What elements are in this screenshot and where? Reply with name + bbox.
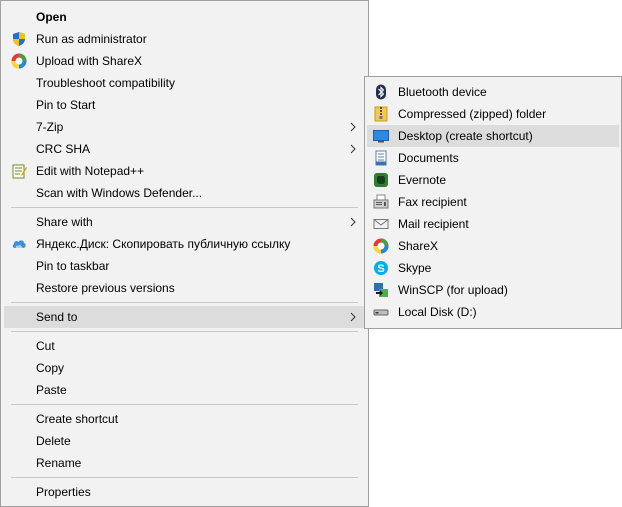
submenu-item-label: WinSCP (for upload) <box>398 283 508 297</box>
send-to-local-disk-d[interactable]: Local Disk (D:) <box>367 301 619 323</box>
menu-item-edit-with-notepadpp[interactable]: Edit with Notepad++ <box>4 160 365 182</box>
send-to-fax-recipient[interactable]: Fax recipient <box>367 191 619 213</box>
menu-item-pin-to-start[interactable]: Pin to Start <box>4 94 365 116</box>
send-to-winscp[interactable]: WinSCP (for upload) <box>367 279 619 301</box>
skype-icon: S <box>373 260 389 276</box>
send-to-evernote[interactable]: Evernote <box>367 169 619 191</box>
submenu-item-label: ShareX <box>398 239 439 253</box>
submenu-item-label: Evernote <box>398 173 447 187</box>
documents-icon <box>373 150 389 166</box>
menu-item-label: Scan with Windows Defender... <box>36 186 203 200</box>
chevron-right-icon <box>350 312 356 322</box>
chevron-right-icon <box>350 217 356 227</box>
menu-item-label: Create shortcut <box>36 412 119 426</box>
menu-item-delete[interactable]: Delete <box>4 430 365 452</box>
submenu-item-label: Skype <box>398 261 432 275</box>
menu-item-label: Restore previous versions <box>36 281 175 295</box>
menu-item-label: Pin to taskbar <box>36 259 110 273</box>
menu-item-label: Rename <box>36 456 82 470</box>
menu-item-properties[interactable]: Properties <box>4 481 365 503</box>
menu-item-rename[interactable]: Rename <box>4 452 365 474</box>
menu-item-label: Delete <box>36 434 71 448</box>
submenu-item-label: Desktop (create shortcut) <box>398 129 533 143</box>
menu-item-label: CRC SHA <box>36 142 91 156</box>
menu-item-cut[interactable]: Cut <box>4 335 365 357</box>
winscp-icon <box>373 282 389 298</box>
send-to-bluetooth-device[interactable]: Bluetooth device <box>367 81 619 103</box>
menu-item-crc-sha[interactable]: CRC SHA <box>4 138 365 160</box>
menu-item-troubleshoot-compatibility[interactable]: Troubleshoot compatibility <box>4 72 365 94</box>
fax-icon <box>373 194 389 210</box>
menu-item-label: Troubleshoot compatibility <box>36 76 175 90</box>
menu-item-label: Copy <box>36 361 65 375</box>
menu-item-yandex-disk-copy-link[interactable]: Яндекс.Диск: Скопировать публичную ссылк… <box>4 233 365 255</box>
send-to-skype[interactable]: S Skype <box>367 257 619 279</box>
send-to-documents[interactable]: Documents <box>367 147 619 169</box>
menu-item-label: Cut <box>36 339 55 353</box>
menu-item-paste[interactable]: Paste <box>4 379 365 401</box>
svg-text:S: S <box>377 263 384 275</box>
menu-item-create-shortcut[interactable]: Create shortcut <box>4 408 365 430</box>
submenu-item-label: Local Disk (D:) <box>398 305 477 319</box>
menu-item-label: Share with <box>36 215 93 229</box>
menu-item-label: Edit with Notepad++ <box>36 164 145 178</box>
menu-separator <box>11 404 358 405</box>
submenu-item-label: Documents <box>398 151 459 165</box>
menu-separator <box>11 331 358 332</box>
sharex-icon <box>11 53 27 69</box>
menu-item-copy[interactable]: Copy <box>4 357 365 379</box>
menu-item-label: Properties <box>36 485 91 499</box>
submenu-item-label: Fax recipient <box>398 195 467 209</box>
menu-separator <box>11 477 358 478</box>
notepadpp-icon <box>11 163 27 179</box>
menu-item-scan-with-windows-defender[interactable]: Scan with Windows Defender... <box>4 182 365 204</box>
mail-icon <box>373 216 389 232</box>
menu-item-open[interactable]: Open <box>4 6 365 28</box>
drive-icon <box>373 304 389 320</box>
menu-separator <box>11 207 358 208</box>
yandex-disk-icon <box>11 236 27 252</box>
menu-item-run-as-administrator[interactable]: Run as administrator <box>4 28 365 50</box>
submenu-item-label: Compressed (zipped) folder <box>398 107 547 121</box>
send-to-submenu: Bluetooth device Compressed (zipped) fol… <box>364 76 622 329</box>
zip-folder-icon <box>373 106 389 122</box>
uac-shield-icon <box>11 31 27 47</box>
evernote-icon <box>373 172 389 188</box>
menu-item-label: Upload with ShareX <box>36 54 143 68</box>
submenu-item-label: Bluetooth device <box>398 85 487 99</box>
chevron-right-icon <box>350 144 356 154</box>
menu-item-pin-to-taskbar[interactable]: Pin to taskbar <box>4 255 365 277</box>
send-to-mail-recipient[interactable]: Mail recipient <box>367 213 619 235</box>
menu-item-label: Pin to Start <box>36 98 96 112</box>
send-to-compressed-folder[interactable]: Compressed (zipped) folder <box>367 103 619 125</box>
context-menu: Open Run as administrator Upload with Sh… <box>0 0 369 507</box>
chevron-right-icon <box>350 122 356 132</box>
menu-item-7zip[interactable]: 7-Zip <box>4 116 365 138</box>
menu-item-label: Paste <box>36 383 67 397</box>
send-to-desktop-shortcut[interactable]: Desktop (create shortcut) <box>367 125 619 147</box>
menu-item-label: Open <box>36 10 67 24</box>
menu-item-share-with[interactable]: Share with <box>4 211 365 233</box>
menu-item-label: 7-Zip <box>36 120 64 134</box>
menu-item-label: Run as administrator <box>36 32 147 46</box>
menu-item-send-to[interactable]: Send to <box>4 306 365 328</box>
menu-separator <box>11 302 358 303</box>
menu-item-restore-previous-versions[interactable]: Restore previous versions <box>4 277 365 299</box>
send-to-sharex[interactable]: ShareX <box>367 235 619 257</box>
submenu-item-label: Mail recipient <box>398 217 469 231</box>
sharex-icon <box>373 238 389 254</box>
menu-item-label: Яндекс.Диск: Скопировать публичную ссылк… <box>36 237 291 251</box>
bluetooth-icon <box>373 84 389 100</box>
menu-item-upload-with-sharex[interactable]: Upload with ShareX <box>4 50 365 72</box>
desktop-icon <box>373 128 389 144</box>
menu-item-label: Send to <box>36 310 78 324</box>
